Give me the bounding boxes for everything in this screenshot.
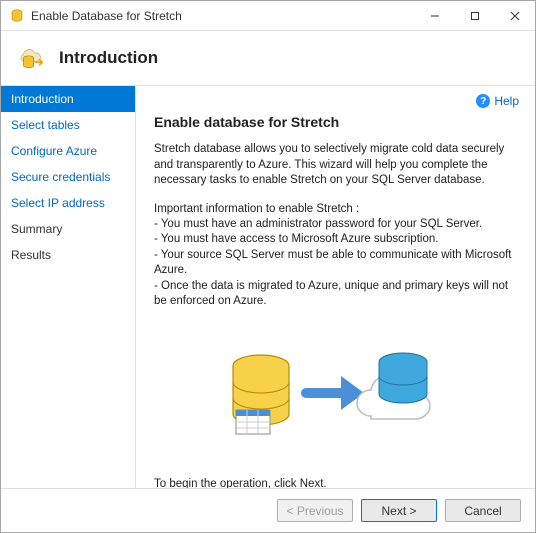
close-button[interactable] xyxy=(495,1,535,30)
help-icon: ? xyxy=(476,94,490,108)
wizard-content: ? Help Enable database for Stretch Stret… xyxy=(136,86,535,488)
wizard-body: Introduction Select tables Configure Azu… xyxy=(1,86,535,488)
important-info-label: Important information to enable Stretch … xyxy=(154,203,517,215)
window-controls xyxy=(415,1,535,30)
sidebar-item-select-ip-address[interactable]: Select IP address xyxy=(1,190,135,216)
wizard-header: Introduction xyxy=(1,31,535,86)
maximize-button[interactable] xyxy=(455,1,495,30)
content-intro: Stretch database allows you to selective… xyxy=(154,142,517,189)
sidebar-item-configure-azure[interactable]: Configure Azure xyxy=(1,138,135,164)
sidebar-item-secure-credentials[interactable]: Secure credentials xyxy=(1,164,135,190)
wizard-footer: < Previous Next > Cancel xyxy=(1,488,535,532)
minimize-button[interactable] xyxy=(415,1,455,30)
cancel-button[interactable]: Cancel xyxy=(445,499,521,522)
help-label: Help xyxy=(494,94,519,108)
wizard-steps-sidebar: Introduction Select tables Configure Azu… xyxy=(1,86,136,488)
sidebar-item-summary[interactable]: Summary xyxy=(1,216,135,242)
important-info-list: - You must have an administrator passwor… xyxy=(154,217,517,310)
wizard-window: Enable Database for Stretch Introduction xyxy=(0,0,536,533)
next-button[interactable]: Next > xyxy=(361,499,437,522)
begin-text: To begin the operation, click Next. xyxy=(154,478,517,488)
window-title: Enable Database for Stretch xyxy=(31,9,415,23)
previous-button: < Previous xyxy=(277,499,353,522)
bullet-item: - You must have an administrator passwor… xyxy=(154,217,517,233)
titlebar: Enable Database for Stretch xyxy=(1,1,535,31)
help-link[interactable]: ? Help xyxy=(476,94,519,108)
sidebar-item-results[interactable]: Results xyxy=(1,242,135,268)
stretch-illustration xyxy=(206,338,466,458)
bullet-item: - Once the data is migrated to Azure, un… xyxy=(154,279,517,310)
app-icon xyxy=(9,8,25,24)
sidebar-item-introduction[interactable]: Introduction xyxy=(1,86,135,112)
bullet-item: - Your source SQL Server must be able to… xyxy=(154,248,517,279)
page-title: Introduction xyxy=(59,48,158,68)
bullet-item: - You must have access to Microsoft Azur… xyxy=(154,232,517,248)
database-cloud-icon xyxy=(15,41,49,75)
content-title: Enable database for Stretch xyxy=(154,114,517,130)
sidebar-item-select-tables[interactable]: Select tables xyxy=(1,112,135,138)
